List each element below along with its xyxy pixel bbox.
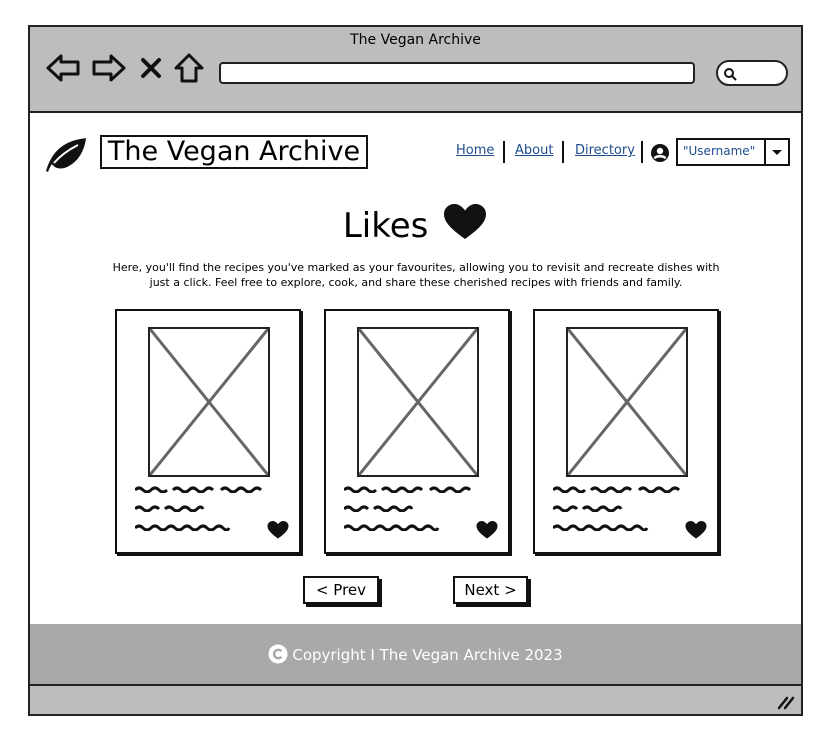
stop-icon[interactable] — [134, 50, 168, 86]
next-page-button[interactable]: Next > — [453, 576, 528, 604]
recipe-card[interactable] — [115, 309, 301, 554]
recipe-text-scribble — [135, 486, 263, 493]
nav-link-home[interactable]: Home — [456, 143, 494, 158]
nav-separator — [503, 141, 505, 163]
browser-status-bar — [28, 684, 803, 716]
username-value: "Username" — [683, 144, 756, 158]
copyright-icon — [268, 644, 288, 664]
recipe-text-scribble — [553, 505, 623, 512]
resize-grip-icon[interactable] — [777, 694, 795, 710]
nav-link-directory[interactable]: Directory — [575, 143, 635, 158]
url-bar[interactable] — [219, 62, 695, 84]
heart-icon[interactable] — [476, 520, 498, 540]
prev-page-button[interactable]: < Prev — [303, 576, 379, 604]
recipe-text-scribble — [344, 524, 440, 531]
heart-icon — [444, 204, 487, 239]
recipe-text-scribble — [344, 486, 472, 493]
forward-arrow-icon[interactable] — [90, 50, 128, 86]
search-icon — [724, 68, 737, 81]
recipe-text-scribble — [344, 505, 414, 512]
browser-search-field[interactable] — [716, 60, 788, 86]
recipe-image-placeholder — [566, 327, 688, 477]
recipe-card[interactable] — [324, 309, 510, 554]
dropdown-toggle-button[interactable] — [764, 140, 788, 164]
recipe-text-scribble — [553, 486, 681, 493]
nav-separator — [562, 141, 564, 163]
nav-separator — [641, 141, 643, 163]
page-heading: Likes — [0, 203, 830, 246]
intro-paragraph: Here, you'll find the recipes you've mar… — [112, 261, 720, 289]
heart-icon[interactable] — [267, 520, 289, 540]
site-title[interactable]: The Vegan Archive — [100, 135, 368, 169]
user-avatar-icon — [650, 143, 670, 163]
recipe-card[interactable] — [533, 309, 719, 554]
browser-title: The Vegan Archive — [350, 32, 481, 48]
nav-link-about[interactable]: About — [515, 143, 553, 158]
chevron-down-icon — [772, 150, 782, 155]
recipe-text-scribble — [135, 524, 231, 531]
heart-icon[interactable] — [685, 520, 707, 540]
footer-text: Copyright I The Vegan Archive 2023 — [292, 646, 563, 664]
recipe-image-placeholder — [148, 327, 270, 477]
username-dropdown[interactable]: "Username" — [676, 138, 790, 166]
leaf-logo-icon[interactable] — [42, 136, 88, 174]
footer-copyright: Copyright I The Vegan Archive 2023 — [30, 644, 801, 664]
home-icon[interactable] — [170, 50, 208, 86]
recipe-text-scribble — [135, 505, 205, 512]
recipe-image-placeholder — [357, 327, 479, 477]
recipe-text-scribble — [553, 524, 649, 531]
page-heading-text: Likes — [342, 206, 429, 246]
back-arrow-icon[interactable] — [44, 50, 82, 86]
